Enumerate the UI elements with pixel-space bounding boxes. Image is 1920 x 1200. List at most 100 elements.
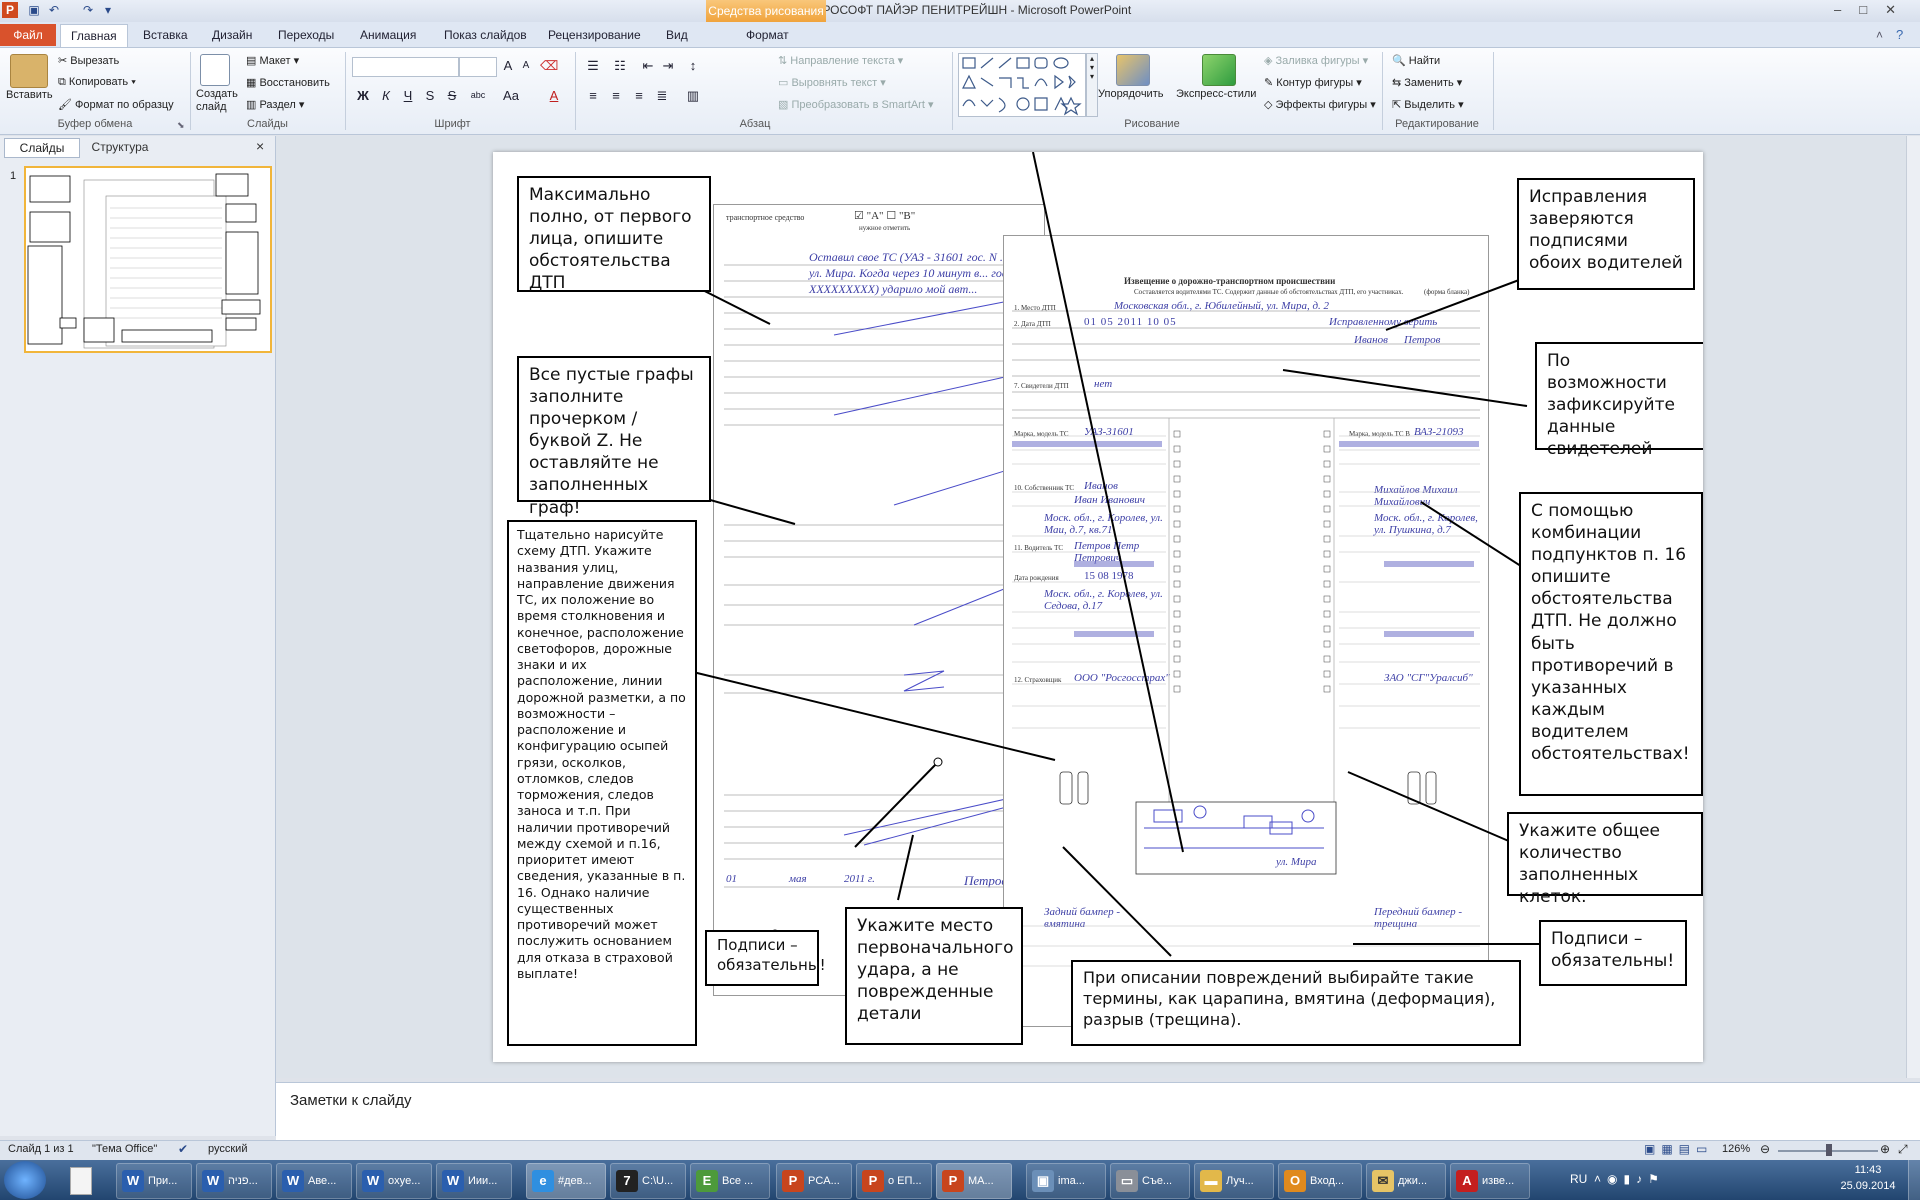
- layout-button[interactable]: ▤ Макет ▾: [246, 54, 299, 67]
- copy-button[interactable]: ⧉ Копировать ▾: [58, 76, 136, 89]
- taskbar-item-pdf[interactable]: Aизве...: [1450, 1163, 1530, 1199]
- italic-button[interactable]: К: [378, 88, 394, 103]
- fit-slide-icon[interactable]: ⤢: [1898, 1142, 1908, 1157]
- tab-file[interactable]: Файл: [0, 24, 56, 46]
- justify-icon[interactable]: ≣: [654, 88, 670, 104]
- taskbar-item-ppt-2[interactable]: Pо ЕП...: [856, 1163, 932, 1199]
- replace-button[interactable]: ⇆ Заменить ▾: [1392, 76, 1462, 89]
- font-name-combo[interactable]: [352, 57, 459, 77]
- tab-format[interactable]: Формат: [736, 24, 799, 46]
- bold-button[interactable]: Ж: [355, 88, 371, 103]
- strikethrough-button[interactable]: S: [444, 88, 460, 103]
- bullets-icon[interactable]: ☰: [585, 58, 601, 74]
- shadow-button[interactable]: S: [422, 88, 438, 103]
- notes-placeholder[interactable]: Заметки к слайду: [290, 1092, 412, 1109]
- zoom-in-icon[interactable]: ⊕: [1880, 1142, 1890, 1156]
- align-text-button[interactable]: ▭ Выровнять текст ▾: [778, 76, 886, 89]
- notes-pane[interactable]: [276, 1082, 1920, 1141]
- taskbar-item-ppt-1[interactable]: P PCA...: [776, 1163, 852, 1199]
- taskbar-item-ie[interactable]: e #дев...: [526, 1163, 606, 1199]
- taskbar-item-7zip[interactable]: 7 C:\U...: [610, 1163, 686, 1199]
- tab-slides-pane[interactable]: Слайды: [4, 138, 80, 158]
- convert-smartart-button[interactable]: ▧ Преобразовать в SmartArt ▾: [778, 98, 933, 111]
- taskbar-item-ppt-3[interactable]: P МА...: [936, 1163, 1012, 1199]
- taskbar-item-word-4[interactable]: Woxye...: [356, 1163, 432, 1199]
- increase-indent-icon[interactable]: ⇥: [660, 58, 676, 74]
- align-center-icon[interactable]: ≡: [608, 88, 624, 103]
- align-right-icon[interactable]: ≡: [631, 88, 647, 103]
- taskbar-item-evernote[interactable]: E Все ...: [690, 1163, 770, 1199]
- tab-transitions[interactable]: Переходы: [268, 24, 344, 46]
- quick-styles-icon[interactable]: [1202, 54, 1236, 86]
- taskbar-item-word-5[interactable]: W Иии...: [436, 1163, 512, 1199]
- line-spacing-icon[interactable]: ↕: [685, 58, 701, 73]
- clock-time[interactable]: 11:43: [1838, 1164, 1898, 1176]
- align-left-icon[interactable]: ≡: [585, 88, 601, 103]
- taskbar-item-outlook[interactable]: O Вход...: [1278, 1163, 1362, 1199]
- spellcheck-icon[interactable]: ✔: [178, 1142, 188, 1156]
- slide-canvas[interactable]: транспортное средство ☑ "А" ☐ "В" нужное…: [493, 152, 1703, 1062]
- shrink-font-button[interactable]: A: [518, 60, 534, 71]
- callout-subitems-16[interactable]: С помощью комбинации подпунктов п. 16 оп…: [1519, 492, 1703, 796]
- input-language[interactable]: RU: [1570, 1172, 1587, 1186]
- taskbar-item-drive[interactable]: ▭ Съе...: [1110, 1163, 1190, 1199]
- callout-empty-fields[interactable]: Все пустые графы заполните прочерком / б…: [517, 356, 711, 518]
- shape-outline-button[interactable]: ✎ Контур фигуры ▾: [1264, 76, 1362, 89]
- clipboard-launcher-icon[interactable]: ⬊: [177, 120, 185, 131]
- window-controls[interactable]: –□✕: [1834, 2, 1914, 18]
- maximize-icon[interactable]: □: [1859, 2, 1885, 17]
- font-size-combo[interactable]: [459, 57, 497, 77]
- close-window-icon[interactable]: ✕: [1885, 2, 1914, 17]
- tab-view[interactable]: Вид: [656, 24, 698, 46]
- tab-slideshow[interactable]: Показ слайдов: [434, 24, 537, 46]
- new-slide-icon[interactable]: [200, 54, 230, 86]
- taskbar-item-word-3[interactable]: W Аве...: [276, 1163, 352, 1199]
- arrange-button[interactable]: Упорядочить: [1098, 88, 1163, 100]
- tab-design[interactable]: Дизайн: [202, 24, 262, 46]
- paste-button[interactable]: Вставить: [6, 89, 53, 101]
- font-color-button[interactable]: А: [546, 88, 562, 103]
- vertical-scrollbar[interactable]: [1906, 136, 1920, 1078]
- slide-thumbnail[interactable]: [24, 166, 272, 353]
- underline-button[interactable]: Ч: [400, 88, 416, 103]
- zoom-out-icon[interactable]: ⊖: [1760, 1142, 1770, 1156]
- decrease-indent-icon[interactable]: ⇤: [640, 58, 656, 74]
- zoom-slider-thumb[interactable]: [1826, 1144, 1832, 1156]
- callout-impact-place[interactable]: Укажите место первоначального удара, а н…: [845, 907, 1023, 1045]
- change-case-button[interactable]: Аа: [500, 88, 522, 103]
- shape-fill-button[interactable]: ◈ Заливка фигуры ▾: [1264, 54, 1368, 67]
- tray-icons[interactable]: ˄◉▮♪⚑: [1594, 1172, 1665, 1186]
- tab-home[interactable]: Главная: [60, 24, 128, 47]
- show-desktop-button[interactable]: [1908, 1160, 1920, 1200]
- theme-name[interactable]: "Тема Office": [92, 1143, 157, 1155]
- desktop-file-icon[interactable]: [70, 1167, 92, 1195]
- grow-font-button[interactable]: A: [500, 58, 516, 73]
- select-button[interactable]: ⇱ Выделить ▾: [1392, 98, 1464, 111]
- callout-circumstances[interactable]: Максимально полно, от первого лица, опиш…: [517, 176, 711, 293]
- language-indicator[interactable]: русский: [208, 1143, 247, 1155]
- cut-button[interactable]: ✂ Вырезать: [58, 54, 119, 67]
- taskbar-item-image[interactable]: ▣ ima...: [1026, 1163, 1106, 1199]
- tab-review[interactable]: Рецензирование: [538, 24, 651, 46]
- zoom-level[interactable]: 126%: [1722, 1143, 1750, 1155]
- help-icon[interactable]: ?: [1896, 27, 1903, 42]
- close-pane-icon[interactable]: ×: [256, 138, 264, 154]
- view-buttons[interactable]: ▣▦▤▭: [1644, 1142, 1713, 1156]
- shape-effects-button[interactable]: ◇ Эффекты фигуры ▾: [1264, 98, 1376, 111]
- taskbar-item-folder[interactable]: ▬ Луч...: [1194, 1163, 1274, 1199]
- reset-button[interactable]: ▦ Восстановить: [246, 76, 330, 89]
- format-painter-button[interactable]: 🖌 Формат по образцу: [58, 98, 174, 111]
- taskbar-item-mail[interactable]: ✉ джи...: [1366, 1163, 1446, 1199]
- callout-signatures-left[interactable]: Подписи – обязательны!: [705, 930, 826, 986]
- find-button[interactable]: 🔍 Найти: [1392, 54, 1440, 67]
- paste-icon[interactable]: [10, 54, 48, 88]
- section-button[interactable]: ▥ Раздел ▾: [246, 98, 304, 111]
- minimize-icon[interactable]: –: [1834, 2, 1859, 17]
- clear-format-icon[interactable]: ⌫: [540, 58, 558, 74]
- callout-cell-count[interactable]: Укажите общее количество заполненных кле…: [1507, 812, 1703, 907]
- clock-date[interactable]: 25.09.2014: [1834, 1180, 1902, 1192]
- tab-outline-pane[interactable]: Структура: [80, 138, 160, 156]
- callout-damage-terms[interactable]: При описании повреждений выбирайте такие…: [1071, 960, 1521, 1046]
- columns-icon[interactable]: ▥: [685, 88, 701, 104]
- quick-styles-button[interactable]: Экспресс-стили: [1176, 88, 1256, 100]
